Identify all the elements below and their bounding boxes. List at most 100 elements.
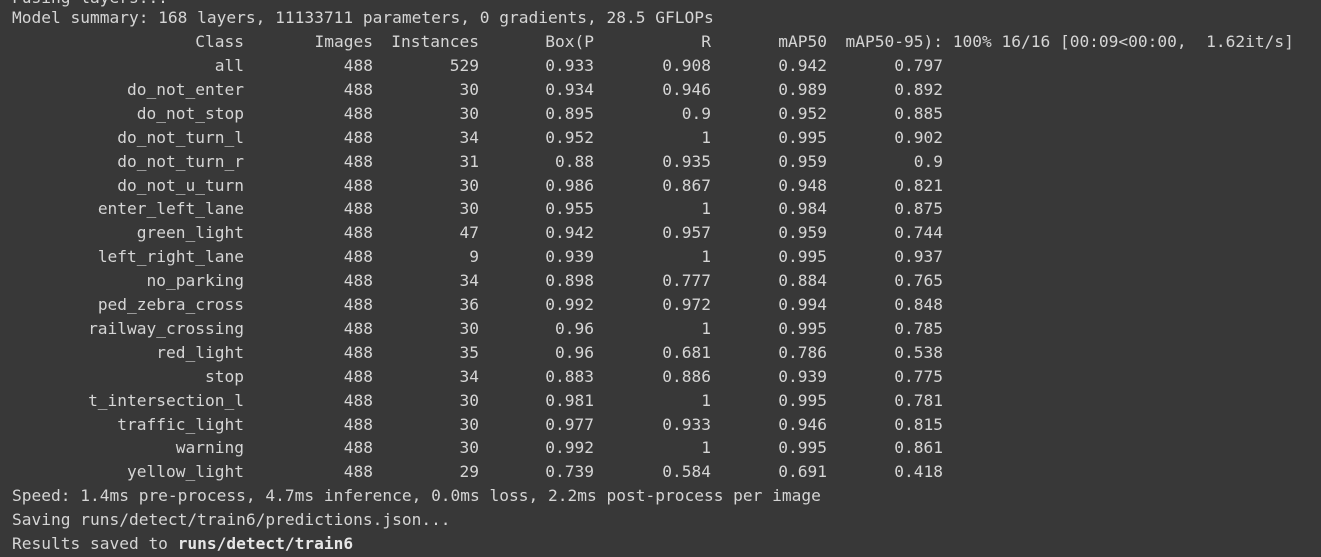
row-map50-95: 0.848 (894, 295, 943, 314)
row-images: 488 (343, 342, 373, 362)
header-r: R (701, 32, 711, 51)
row-images: 488 (343, 390, 373, 410)
row-r: 0.886 (662, 366, 711, 386)
row-map50-95: 0.821 (894, 175, 943, 195)
row-box-p: 0.739 (545, 462, 594, 482)
row-map50: 0.884 (778, 271, 827, 291)
row-instances: 529 (449, 56, 479, 75)
row-r: 1 (701, 199, 711, 219)
row-instances: 30 (459, 79, 480, 99)
row-class: left_right_lane (97, 247, 244, 267)
row-instances: 34 (459, 271, 480, 291)
row-instances: 30 (459, 318, 480, 338)
row-class: do_not_enter (127, 79, 244, 99)
row-map50-95: 0.775 (894, 366, 943, 386)
table-row: warning 488 30 0.992 1 0.995 0.861 (12, 436, 957, 460)
row-r: 0.777 (662, 271, 711, 291)
row-images: 488 (343, 318, 373, 338)
row-map50: 0.952 (778, 103, 827, 123)
row-map50-95: 0.781 (894, 390, 943, 410)
row-class: warning (175, 438, 244, 458)
table-row: all 488 529 0.933 0.908 0.942 0.797 (12, 54, 957, 78)
row-class: traffic_light (117, 414, 244, 434)
row-images: 488 (343, 79, 373, 99)
table-row: no_parking 488 34 0.898 0.777 0.884 0.765 (12, 269, 957, 293)
row-map50: 0.994 (778, 295, 827, 314)
row-map50: 0.989 (778, 79, 827, 99)
table-row: do_not_turn_r 488 31 0.88 0.935 0.959 0.9 (12, 150, 957, 174)
row-box-p: 0.96 (555, 342, 594, 362)
row-map50-95: 0.875 (894, 199, 943, 219)
row-map50: 0.942 (778, 56, 827, 75)
table-row: t_intersection_l 488 30 0.981 1 0.995 0.781 (12, 389, 957, 413)
row-class: green_light (136, 223, 244, 243)
table-row: ped_zebra_cross 488 36 0.992 0.972 0.994 0.848 (12, 293, 957, 317)
row-r: 0.681 (662, 342, 711, 362)
row-map50: 0.995 (778, 127, 827, 147)
row-r: 1 (701, 247, 711, 267)
table-row: traffic_light 488 30 0.977 0.933 0.946 0.815 (12, 413, 957, 437)
row-class: ped_zebra_cross (97, 295, 244, 314)
row-instances: 35 (459, 342, 480, 362)
row-r: 1 (701, 127, 711, 147)
table-row: stop 488 34 0.883 0.886 0.939 0.775 (12, 365, 957, 389)
row-map50: 0.786 (778, 342, 827, 362)
row-box-p: 0.942 (545, 223, 594, 243)
table-row: green_light 488 47 0.942 0.957 0.959 0.744 (12, 221, 957, 245)
row-class: red_light (156, 342, 244, 362)
row-class: yellow_light (127, 462, 244, 482)
row-instances: 30 (459, 438, 480, 458)
row-box-p: 0.952 (545, 127, 594, 147)
row-class: do_not_turn_l (117, 127, 244, 147)
row-r: 0.957 (662, 223, 711, 243)
row-r: 0.908 (662, 56, 711, 75)
table-row: do_not_stop 488 30 0.895 0.9 0.952 0.885 (12, 102, 957, 126)
row-instances: 36 (459, 295, 480, 314)
row-instances: 30 (459, 414, 480, 434)
row-r: 1 (701, 390, 711, 410)
row-map50-95: 0.9 (913, 151, 943, 171)
header-box-p: Box(P (545, 32, 594, 51)
row-class: stop (205, 366, 244, 386)
row-map50: 0.691 (778, 462, 827, 482)
speed-line: Speed: 1.4ms pre-process, 4.7ms inferenc… (12, 486, 821, 505)
row-map50: 0.995 (778, 318, 827, 338)
row-r: 1 (701, 318, 711, 338)
row-box-p: 0.88 (555, 151, 594, 171)
row-box-p: 0.933 (545, 56, 594, 75)
row-map50-95: 0.892 (894, 79, 943, 99)
row-map50: 0.995 (778, 390, 827, 410)
row-box-p: 0.96 (555, 318, 594, 338)
header-class: Class (195, 32, 244, 51)
row-map50-95: 0.765 (894, 271, 943, 291)
row-box-p: 0.986 (545, 175, 594, 195)
row-class: all (214, 56, 244, 75)
row-map50: 0.984 (778, 199, 827, 219)
row-map50-95: 0.744 (894, 223, 943, 243)
row-images: 488 (343, 462, 373, 482)
progress-text: 100% 16/16 [00:09<00:00, 1.62it/s] (943, 32, 1294, 51)
saving-line: Saving runs/detect/train6/predictions.js… (12, 510, 451, 529)
row-map50-95: 0.785 (894, 318, 943, 338)
row-map50: 0.939 (778, 366, 827, 386)
row-box-p: 0.883 (545, 366, 594, 386)
row-r: 0.972 (662, 295, 711, 314)
row-map50-95: 0.885 (894, 103, 943, 123)
row-box-p: 0.939 (545, 247, 594, 267)
row-r: 0.867 (662, 175, 711, 195)
row-class: enter_left_lane (97, 199, 244, 219)
table-row: left_right_lane 488 9 0.939 1 0.995 0.937 (12, 245, 957, 269)
table-row: do_not_turn_l 488 34 0.952 1 0.995 0.902 (12, 126, 957, 150)
table-row: yellow_light 488 29 0.739 0.584 0.691 0.418 (12, 460, 957, 484)
row-map50-95: 0.538 (894, 342, 943, 362)
results-prefix: Results saved to (12, 534, 178, 553)
row-box-p: 0.955 (545, 199, 594, 219)
row-images: 488 (343, 223, 373, 243)
table-row: do_not_u_turn 488 30 0.986 0.867 0.948 0.821 (12, 174, 957, 198)
row-r: 0.935 (662, 151, 711, 171)
row-r: 0.584 (662, 462, 711, 482)
row-map50-95: 0.418 (894, 462, 943, 482)
row-r: 0.9 (681, 103, 711, 123)
row-instances: 30 (459, 390, 480, 410)
row-images: 488 (343, 295, 373, 314)
